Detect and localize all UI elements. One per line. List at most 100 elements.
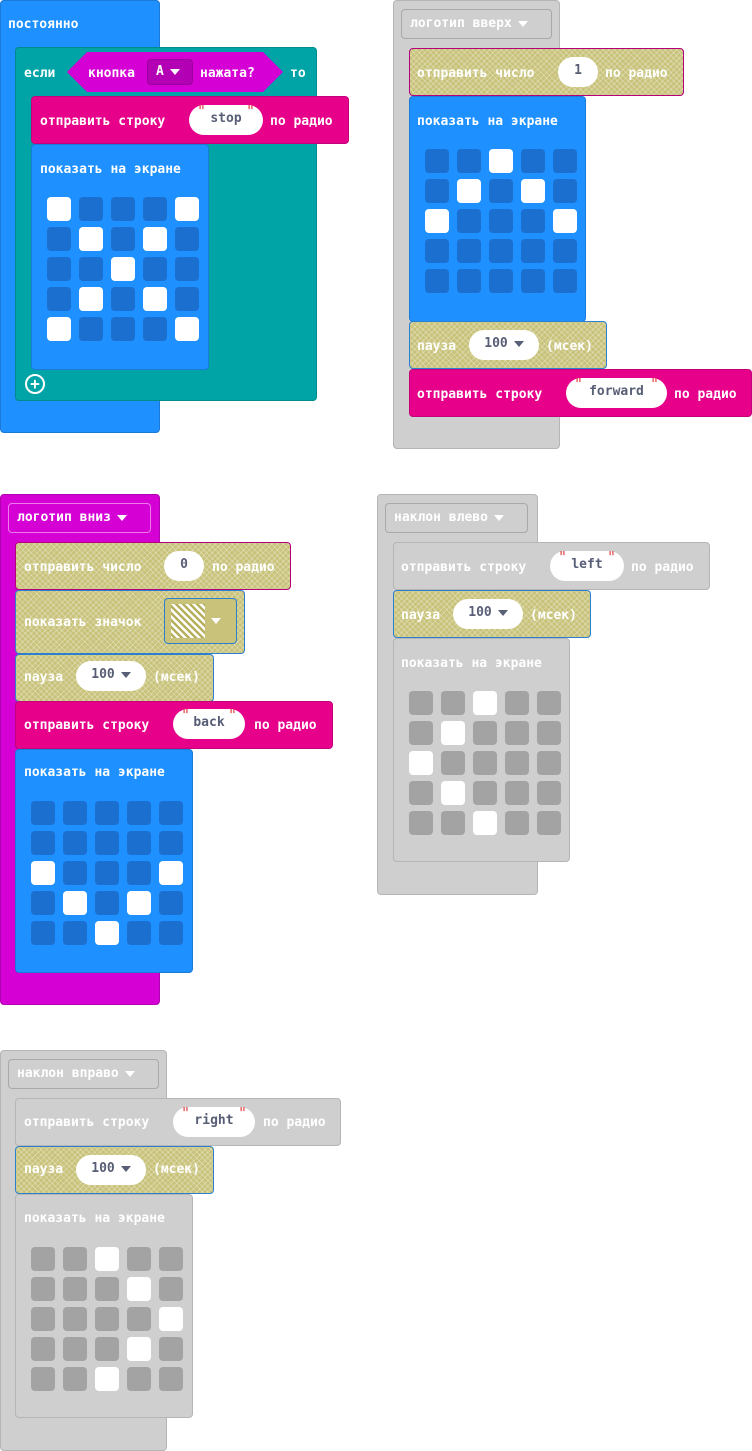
led-off[interactable] (553, 269, 577, 293)
led-off[interactable] (473, 751, 497, 775)
led-off[interactable] (409, 781, 433, 805)
led-on[interactable] (441, 721, 465, 745)
led-off[interactable] (31, 1247, 55, 1271)
led-on[interactable] (521, 179, 545, 203)
led-off[interactable] (143, 197, 167, 221)
led-off[interactable] (159, 1367, 183, 1391)
icon-dropdown[interactable] (164, 598, 237, 644)
pause-dropdown[interactable]: 100 (469, 330, 539, 360)
led-off[interactable] (31, 1307, 55, 1331)
led-off[interactable] (31, 1337, 55, 1361)
led-on[interactable] (409, 751, 433, 775)
led-on[interactable] (47, 197, 71, 221)
led-off[interactable] (457, 269, 481, 293)
led-off[interactable] (111, 287, 135, 311)
led-off[interactable] (441, 751, 465, 775)
led-off[interactable] (159, 831, 183, 855)
button-dropdown[interactable]: A (147, 59, 193, 85)
led-off[interactable] (489, 179, 513, 203)
led-off[interactable] (79, 317, 103, 341)
led-on[interactable] (127, 1277, 151, 1301)
led-off[interactable] (553, 149, 577, 173)
led-on[interactable] (457, 179, 481, 203)
led-off[interactable] (489, 239, 513, 263)
led-off[interactable] (127, 921, 151, 945)
led-on[interactable] (553, 209, 577, 233)
led-off[interactable] (409, 721, 433, 745)
led-off[interactable] (159, 921, 183, 945)
led-off[interactable] (95, 801, 119, 825)
led-off[interactable] (31, 891, 55, 915)
led-off[interactable] (63, 801, 87, 825)
led-off[interactable] (425, 239, 449, 263)
led-off[interactable] (63, 1307, 87, 1331)
string-input[interactable]: " right " (173, 1104, 255, 1137)
led-on[interactable] (473, 811, 497, 835)
led-on[interactable] (95, 1367, 119, 1391)
led-off[interactable] (127, 801, 151, 825)
led-on[interactable] (473, 691, 497, 715)
led-off[interactable] (505, 781, 529, 805)
led-on[interactable] (127, 1337, 151, 1361)
led-off[interactable] (457, 149, 481, 173)
led-off[interactable] (489, 209, 513, 233)
led-on[interactable] (425, 209, 449, 233)
led-off[interactable] (409, 691, 433, 715)
led-off[interactable] (553, 239, 577, 263)
logo-up-dropdown[interactable]: логотип вверх (401, 9, 552, 39)
led-off[interactable] (127, 1367, 151, 1391)
led-off[interactable] (95, 1337, 119, 1361)
led-on[interactable] (143, 287, 167, 311)
led-off[interactable] (95, 861, 119, 885)
led-off[interactable] (95, 891, 119, 915)
led-on[interactable] (175, 197, 199, 221)
led-off[interactable] (63, 1337, 87, 1361)
led-off[interactable] (63, 1277, 87, 1301)
led-off[interactable] (95, 1307, 119, 1331)
led-off[interactable] (505, 721, 529, 745)
led-off[interactable] (473, 781, 497, 805)
pause-dropdown[interactable]: 100 (76, 661, 146, 691)
led-on[interactable] (47, 317, 71, 341)
led-off[interactable] (505, 811, 529, 835)
string-input[interactable]: " stop " (189, 102, 263, 135)
tilt-left-dropdown[interactable]: наклон влево (385, 503, 528, 533)
pause-dropdown[interactable]: 100 (76, 1155, 146, 1185)
led-off[interactable] (31, 921, 55, 945)
tilt-right-dropdown[interactable]: наклон вправо (8, 1059, 159, 1089)
led-off[interactable] (63, 861, 87, 885)
led-off[interactable] (79, 257, 103, 281)
led-off[interactable] (31, 1367, 55, 1391)
led-on[interactable] (175, 317, 199, 341)
led-off[interactable] (63, 1247, 87, 1271)
led-off[interactable] (473, 721, 497, 745)
led-off[interactable] (31, 1277, 55, 1301)
led-on[interactable] (159, 861, 183, 885)
led-on[interactable] (63, 891, 87, 915)
led-off[interactable] (505, 751, 529, 775)
led-off[interactable] (63, 921, 87, 945)
string-input[interactable]: " forward " (566, 375, 667, 408)
led-off[interactable] (537, 781, 561, 805)
led-on[interactable] (95, 921, 119, 945)
led-on[interactable] (127, 891, 151, 915)
led-on[interactable] (143, 227, 167, 251)
led-off[interactable] (63, 1367, 87, 1391)
number-input[interactable]: 1 (558, 57, 598, 87)
led-off[interactable] (457, 239, 481, 263)
led-on[interactable] (79, 227, 103, 251)
led-off[interactable] (409, 811, 433, 835)
led-off[interactable] (47, 287, 71, 311)
led-off[interactable] (95, 831, 119, 855)
led-off[interactable] (159, 1337, 183, 1361)
led-on[interactable] (441, 781, 465, 805)
led-off[interactable] (111, 227, 135, 251)
string-input[interactable]: " left " (550, 548, 624, 581)
led-off[interactable] (521, 239, 545, 263)
led-off[interactable] (521, 269, 545, 293)
number-input[interactable]: 0 (164, 551, 204, 581)
string-input[interactable]: " back " (173, 706, 245, 739)
led-off[interactable] (175, 227, 199, 251)
led-off[interactable] (143, 317, 167, 341)
led-on[interactable] (31, 861, 55, 885)
